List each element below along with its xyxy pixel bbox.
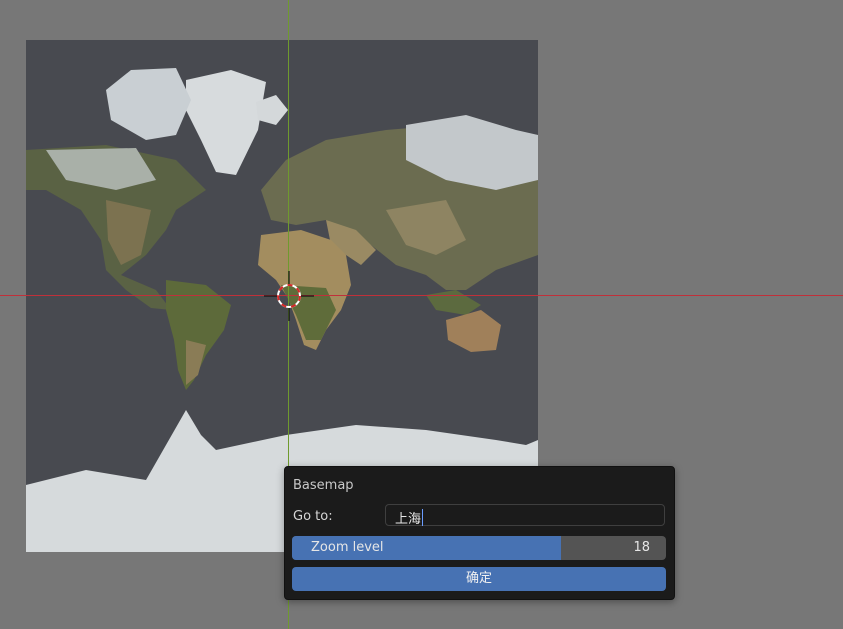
goto-label: Go to: (293, 509, 333, 524)
zoom-level-value: 18 (633, 540, 650, 555)
ok-button[interactable]: 确定 (292, 567, 666, 591)
zoom-level-slider[interactable]: Zoom level 18 (292, 536, 666, 560)
panel-title: Basemap (293, 478, 354, 493)
goto-input[interactable]: 上海 (385, 504, 665, 527)
3d-viewport[interactable]: Basemap Go to: 上海 Zoom level 18 确定 (0, 0, 843, 629)
basemap-popup: Basemap Go to: 上海 Zoom level 18 确定 (284, 466, 675, 600)
goto-input-value: 上海 (395, 512, 422, 527)
zoom-level-label: Zoom level (311, 540, 384, 555)
3d-cursor-icon[interactable] (264, 271, 314, 321)
text-caret (422, 509, 424, 526)
x-axis-line (0, 295, 843, 296)
